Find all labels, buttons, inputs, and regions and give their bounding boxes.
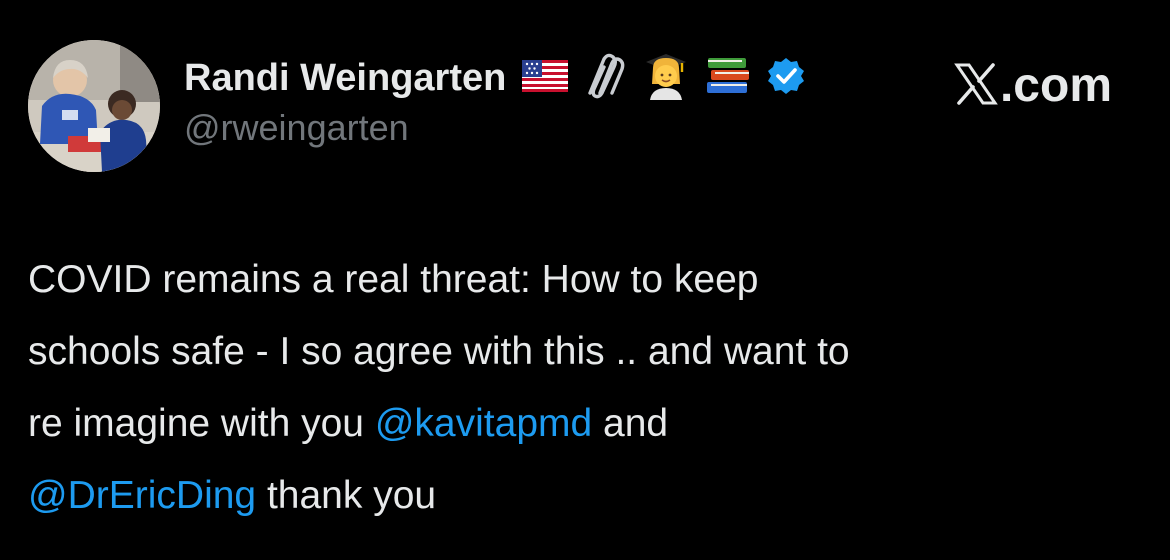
tweet-text-segment: COVID remains a real threat: How to keep xyxy=(28,258,759,301)
brand-text: .com xyxy=(999,59,1112,112)
tweet-line: schools safe - I so agree with this .. a… xyxy=(28,316,1142,388)
display-name[interactable]: Randi Weingarten xyxy=(184,54,506,102)
tweet-text: COVID remains a real threat: How to keep… xyxy=(28,244,1142,532)
author-block: Randi Weingarten @rweingarten xyxy=(184,52,944,150)
mention-link-kavitapmd[interactable]: @kavitapmd xyxy=(375,402,592,445)
teacher-icon xyxy=(642,52,690,105)
x-logo-icon xyxy=(954,62,998,111)
tweet-header: Randi Weingarten @rweingarten .com xyxy=(28,40,1142,172)
avatar-photo xyxy=(28,40,160,172)
tweet-line: re imagine with you @kavitapmd and xyxy=(28,388,1142,460)
verified-badge-icon xyxy=(766,56,806,101)
avatar[interactable] xyxy=(28,40,160,172)
tweet-text-segment: and xyxy=(592,402,669,445)
tweet-text-segment: schools safe - I so agree with this .. a… xyxy=(28,330,850,373)
us-flag-icon xyxy=(522,59,569,97)
tweet-line: @DrEricDing thank you xyxy=(28,460,1142,532)
name-icons xyxy=(522,52,820,105)
tweet-line: COVID remains a real threat: How to keep xyxy=(28,244,1142,316)
mention-link-drericding[interactable]: @DrEricDing xyxy=(28,474,256,517)
tweet-text-segment: re imagine with you xyxy=(28,402,375,445)
books-icon xyxy=(704,54,752,103)
handle[interactable]: @rweingarten xyxy=(184,106,944,150)
name-row: Randi Weingarten xyxy=(184,52,944,105)
brand: .com xyxy=(954,58,1112,114)
paperclip-icon xyxy=(582,53,628,104)
tweet-text-segment: thank you xyxy=(256,474,437,517)
